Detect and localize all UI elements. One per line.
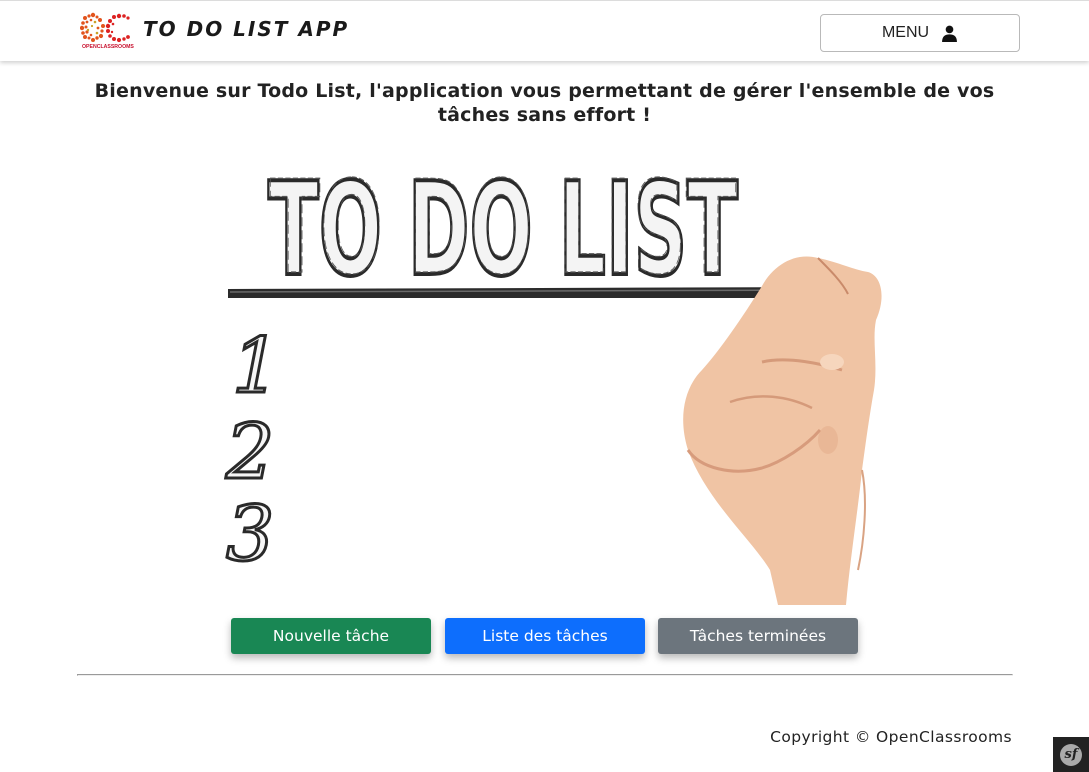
svg-text:OPENCLASSROOMS: OPENCLASSROOMS (82, 44, 134, 50)
copyright: Copyright © OpenClassrooms (770, 728, 1012, 746)
done-tasks-button[interactable]: Tâches terminées (658, 618, 858, 654)
symfony-toolbar-toggle[interactable]: sf (1053, 737, 1089, 772)
brand[interactable]: OPENCLASSROOMS TO DO LIST APP (80, 12, 349, 50)
welcome-message: Bienvenue sur Todo List, l'application v… (94, 80, 995, 126)
user-icon (942, 25, 957, 42)
navbar: OPENCLASSROOMS TO DO LIST APP MENU (0, 0, 1089, 61)
task-list-button[interactable]: Liste des tâches (445, 618, 645, 654)
hero-number-1: 1 (232, 321, 280, 410)
new-task-button[interactable]: Nouvelle tâche (231, 618, 431, 654)
hero-number-3: 3 (226, 489, 274, 578)
app-title: TO DO LIST APP (143, 17, 350, 41)
symfony-icon: sf (1060, 743, 1082, 766)
menu-label: MENU (881, 24, 930, 41)
menu-button[interactable]: MENU (820, 14, 1020, 52)
todo-list-hero-image: TO DO LIST TO DO LIST 1 2 3 (222, 150, 892, 605)
footer-divider (77, 674, 1013, 676)
svg-text:TO DO LIST: TO DO LIST (270, 154, 736, 303)
hero-number-2: 2 (225, 407, 274, 496)
openclassrooms-logo: OPENCLASSROOMS (80, 12, 134, 50)
